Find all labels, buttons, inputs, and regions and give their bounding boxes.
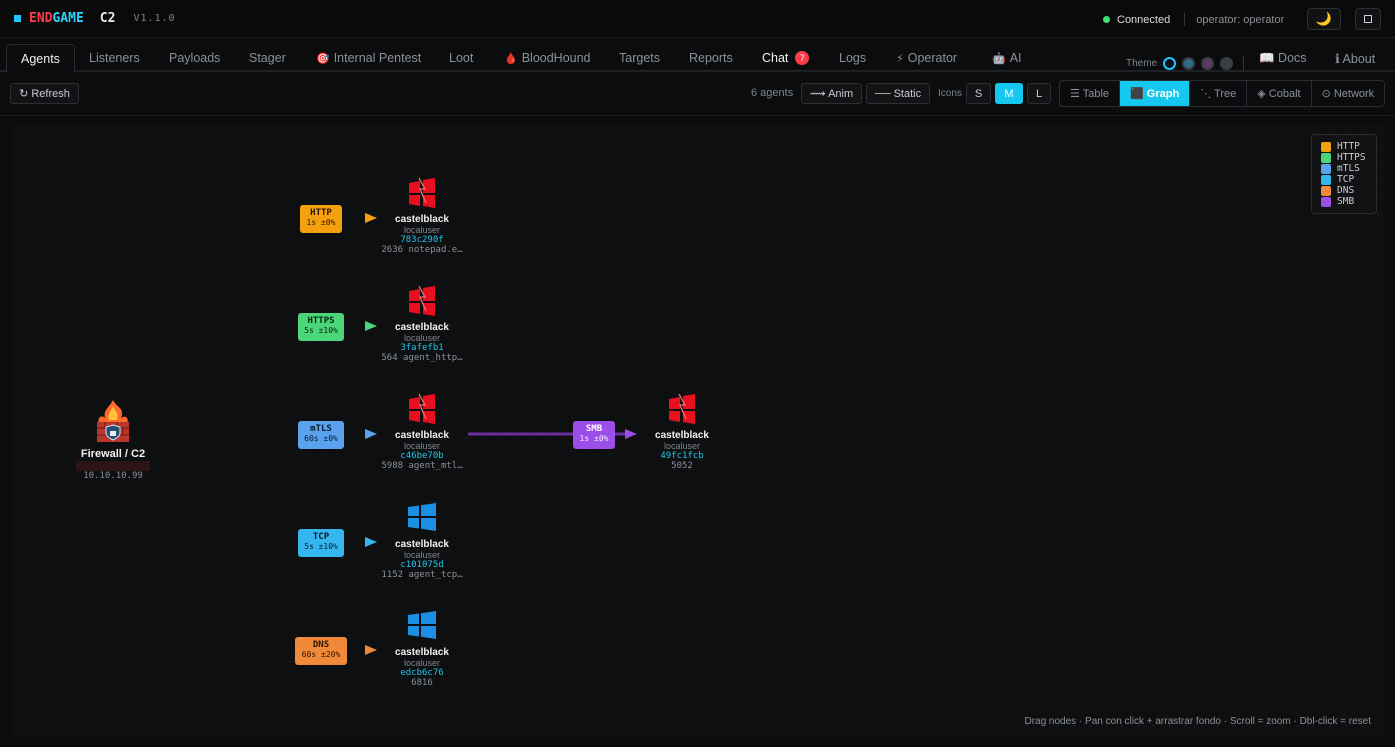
legend-label: HTTPS — [1337, 152, 1366, 163]
agent-user: localuser — [403, 658, 441, 668]
windows-icon — [408, 611, 436, 639]
legend-swatch — [1321, 141, 1331, 152]
debian-agent-icon — [409, 393, 435, 424]
agent-hostname: castelblack — [395, 214, 449, 225]
protocol-legend: HTTP HTTPS mTLS TCP DNS SMB — [1311, 134, 1377, 214]
agent-hostname: castelblack — [395, 539, 449, 550]
firewall-name: Firewall / C2 — [80, 448, 146, 460]
debian-agent-icon — [409, 285, 435, 316]
agent-node[interactable]: castelblack localuser c46be70b 5988 agen… — [372, 391, 472, 471]
listener-proto: SMB — [585, 424, 603, 434]
legend-label: TCP — [1337, 174, 1355, 185]
listener-proto: DNS — [312, 640, 330, 650]
listener-jitter: 5s ±10% — [304, 542, 338, 551]
legend-item-http: HTTP — [1321, 141, 1376, 152]
agent-node[interactable]: castelblack localuser c101075d 1152 agen… — [372, 502, 472, 580]
listener-dns[interactable]: DNS 60s ±20% — [295, 637, 347, 665]
agent-id: edcb6c76 — [400, 668, 444, 678]
listener-mtls[interactable]: mTLS 60s ±0% — [298, 421, 344, 449]
graph-hint: Drag nodes · Pan con click + arrastrar f… — [1024, 716, 1371, 727]
legend-label: HTTP — [1337, 141, 1360, 152]
legend-swatch — [1321, 196, 1331, 207]
legend-item-https: HTTPS — [1321, 152, 1376, 163]
agent-node[interactable]: castelblack localuser edcb6c76 6816 — [372, 610, 472, 688]
listener-proto: mTLS — [310, 424, 332, 434]
agent-process: 5988 agent_mtl… — [381, 461, 463, 471]
legend-swatch — [1321, 163, 1331, 174]
listener-jitter: 60s ±20% — [301, 650, 341, 659]
agent-process: 564 agent_http… — [381, 353, 463, 363]
legend-label: DNS — [1337, 185, 1355, 196]
legend-item-tcp: TCP — [1321, 174, 1376, 185]
listener-http[interactable]: HTTP 1s ±0% — [300, 205, 342, 233]
pivot-agent-node[interactable]: castelblack localuser 49fc1fcb 5052 — [632, 391, 732, 471]
legend-label: SMB — [1337, 196, 1355, 207]
listener-tcp[interactable]: TCP 5s ±10% — [298, 529, 344, 557]
listener-jitter: 5s ±10% — [304, 326, 338, 335]
agent-user: localuser — [403, 441, 441, 451]
legend-item-smb: SMB — [1321, 196, 1376, 207]
firewall-ip: 10.10.10.99 — [83, 471, 143, 481]
debian-agent-icon — [409, 177, 435, 208]
agent-process: 1152 agent_tcp… — [381, 570, 463, 580]
agent-id: 783c290f — [400, 235, 444, 245]
listener-proto: TCP — [312, 532, 330, 542]
agent-user: localuser — [663, 441, 701, 451]
agent-process: 5052 — [671, 461, 693, 471]
listener-https[interactable]: HTTPS 5s ±10% — [298, 313, 344, 341]
listener-jitter: 1s ±0% — [579, 434, 609, 443]
agent-hostname: castelblack — [395, 647, 449, 658]
listener-jitter: 60s ±0% — [304, 434, 338, 443]
legend-swatch — [1321, 174, 1331, 185]
agent-hostname: castelblack — [395, 430, 449, 441]
firewall-name-underline — [76, 461, 150, 471]
agent-user: localuser — [403, 550, 441, 560]
legend-item-mtls: mTLS — [1321, 163, 1376, 174]
listener-smb[interactable]: SMB 1s ±0% — [573, 421, 615, 449]
agent-process: 2636 notepad.e… — [381, 245, 463, 255]
legend-label: mTLS — [1337, 163, 1360, 174]
windows-icon — [408, 503, 436, 531]
legend-swatch — [1321, 152, 1331, 163]
listener-jitter: 1s ±0% — [306, 218, 336, 227]
legend-swatch — [1321, 185, 1331, 196]
listener-proto: HTTPS — [307, 316, 335, 326]
agent-id: c46be70b — [400, 451, 444, 461]
agent-id: c101075d — [400, 560, 444, 570]
agent-id: 3fafefb1 — [400, 343, 444, 353]
agent-hostname: castelblack — [395, 322, 449, 333]
debian-agent-icon — [669, 393, 695, 424]
firewall-icon — [97, 400, 129, 442]
agent-process: 6816 — [411, 678, 433, 688]
agent-node[interactable]: castelblack localuser 3fafefb1 564 agent… — [372, 283, 472, 363]
agent-id: 49fc1fcb — [660, 451, 704, 461]
listener-proto: HTTP — [310, 208, 332, 218]
legend-item-dns: DNS — [1321, 185, 1376, 196]
agent-hostname: castelblack — [655, 430, 709, 441]
agent-node[interactable]: castelblack localuser 783c290f 2636 note… — [372, 175, 472, 255]
graph-edges — [156, 213, 637, 655]
agent-user: localuser — [403, 333, 441, 343]
agent-user: localuser — [403, 225, 441, 235]
firewall-node[interactable]: Firewall / C2 10.10.10.99 — [63, 398, 163, 481]
